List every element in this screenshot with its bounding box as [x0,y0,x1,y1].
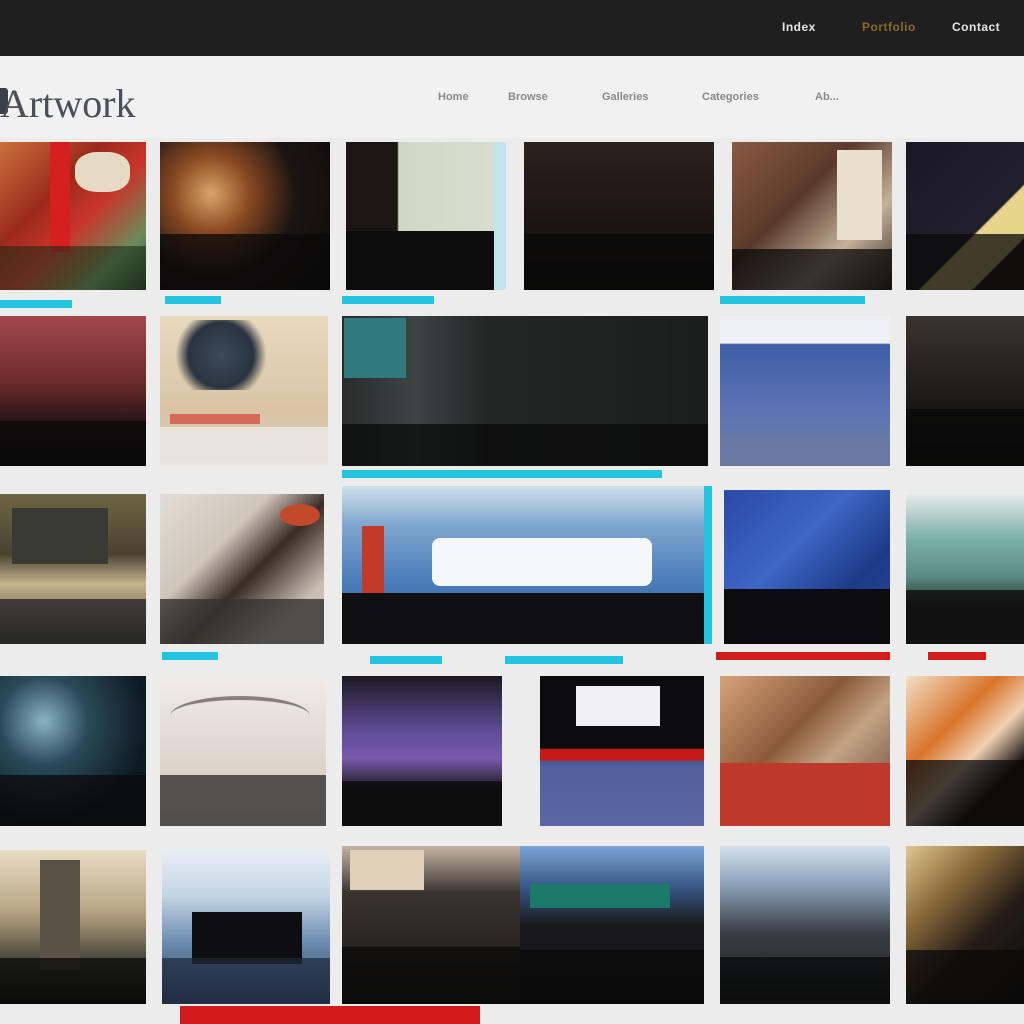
gallery-tile[interactable] [342,846,520,1004]
accent-bar [505,656,623,664]
accent-bar [180,1006,480,1024]
accent-bar [342,296,434,304]
gallery-tile[interactable] [720,846,890,1004]
accent-bar [720,296,865,304]
gallery-tile[interactable] [906,676,1024,826]
main-nav-item-categories[interactable]: Categories [702,91,759,103]
main-nav-item-browse[interactable]: Browse [508,91,548,103]
gallery-tile[interactable] [906,142,1024,290]
main-nav-item-galleries[interactable]: Galleries [602,91,648,103]
gallery-tile[interactable] [160,676,326,826]
gallery-tile[interactable] [0,850,146,1004]
accent-bar [370,656,442,664]
gallery-tile[interactable] [342,676,502,826]
gallery-tile[interactable] [0,494,146,644]
top-nav-item-index[interactable]: Index [782,20,816,34]
gallery-tile[interactable] [0,142,146,290]
top-nav-item-portfolio[interactable]: Portfolio [862,20,916,34]
gallery-tile[interactable] [162,850,330,1004]
gallery-tile[interactable] [724,490,890,644]
gallery-tile[interactable] [720,316,890,466]
gallery-tile[interactable] [0,676,146,826]
gallery-tile[interactable] [906,494,1024,644]
accent-bar [165,296,221,304]
gallery-tile[interactable] [0,316,146,466]
gallery-tile[interactable] [540,676,704,826]
site-logo[interactable]: Artwork [0,80,136,127]
gallery-tile[interactable] [342,486,712,644]
site-header: Artwork Home Browse Galleries Categories… [0,56,1024,138]
accent-bar [162,652,218,660]
gallery-tile[interactable] [906,316,1024,466]
main-nav-item-home[interactable]: Home [438,91,469,103]
gallery-tile[interactable] [906,846,1024,1004]
gallery-tile[interactable] [520,846,704,1004]
main-nav-item-about[interactable]: Ab... [815,91,839,103]
gallery-tile[interactable] [346,142,506,290]
gallery-tile[interactable] [732,142,892,290]
accent-bar [342,470,662,478]
gallery-tile[interactable] [160,142,330,290]
accent-bar [928,652,986,660]
top-bar: Index Portfolio Contact [0,0,1024,56]
gallery-tile[interactable] [160,494,324,644]
accent-bar [716,652,890,660]
gallery-tile[interactable] [160,316,328,466]
gallery-tile[interactable] [342,316,708,466]
gallery-tile[interactable] [720,676,890,826]
gallery-tile[interactable] [524,142,714,290]
top-nav-item-contact[interactable]: Contact [952,20,1000,34]
accent-bar [0,300,72,308]
